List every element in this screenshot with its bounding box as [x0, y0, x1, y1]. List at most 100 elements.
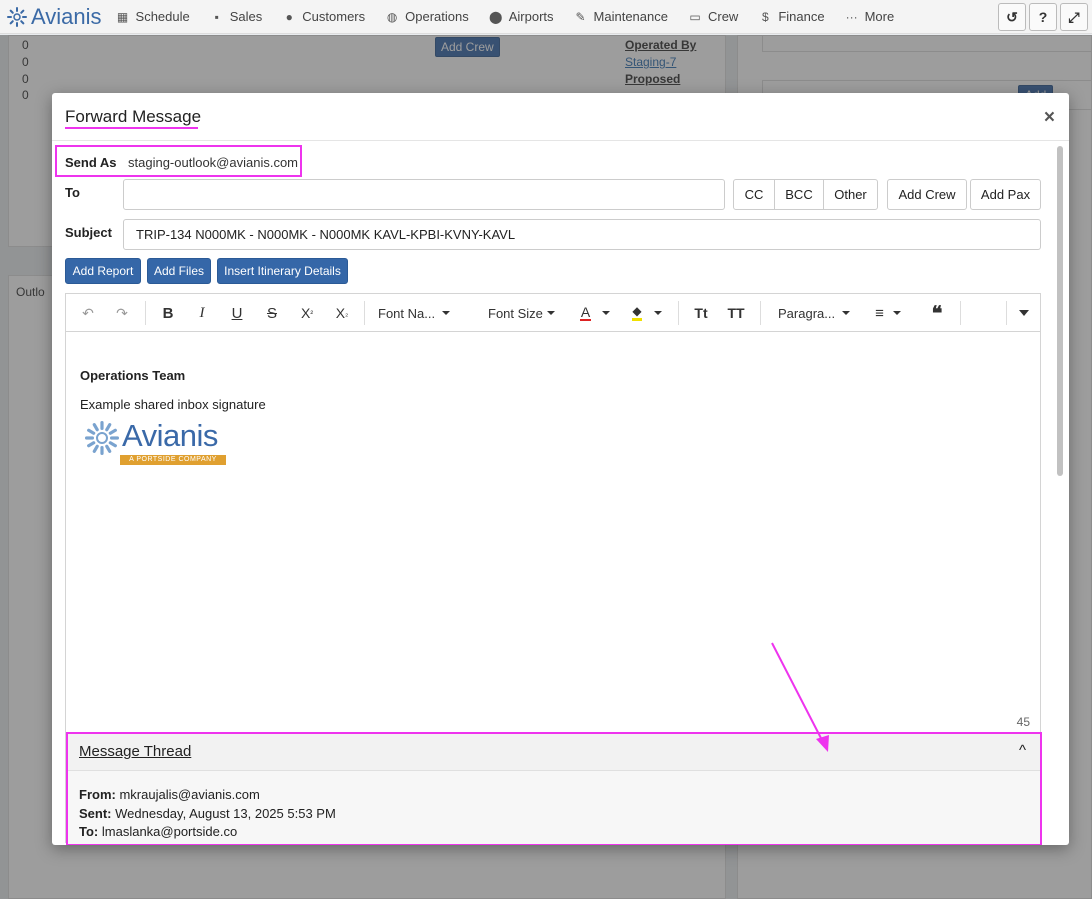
- nav-sales[interactable]: ▪ Sales: [210, 9, 263, 24]
- paragraph-dropdown[interactable]: Paragra...: [778, 294, 858, 332]
- globe-icon: ◍: [386, 9, 398, 24]
- character-counter: 45: [1016, 715, 1030, 729]
- thread-from-label: From:: [79, 787, 116, 802]
- thread-to: To: lmaslanka@portside.co: [79, 824, 237, 839]
- send-as-label: Send As: [65, 155, 117, 170]
- superscript-icon[interactable]: X²: [293, 294, 321, 332]
- map-pin-icon: ⬤: [489, 9, 503, 24]
- text-size-decrease-icon[interactable]: Tt: [687, 294, 715, 332]
- thread-sent: Sent: Wednesday, August 13, 2025 5:53 PM: [79, 806, 336, 821]
- highlight-color-icon[interactable]: ◆: [627, 294, 667, 332]
- editor-toolbar: ↶ ↷ B I U S X² X₂ Font Na... Font Size A…: [66, 294, 1040, 332]
- brand-logo[interactable]: Avianis: [6, 4, 102, 30]
- top-nav: Avianis ▦ Schedule ▪ Sales ● Customers ◍ Ope…: [0, 0, 1092, 34]
- nav-schedule[interactable]: ▦ Schedule: [116, 9, 190, 24]
- thread-sent-value: Wednesday, August 13, 2025 5:53 PM: [115, 806, 336, 821]
- toolbar-separator: [760, 301, 761, 325]
- toolbar-separator: [364, 301, 365, 325]
- avianis-logo-icon: [85, 421, 119, 455]
- chevron-down-icon: [892, 311, 901, 315]
- nav-label: Customers: [302, 9, 366, 24]
- text-transform-icon[interactable]: TT: [722, 294, 750, 332]
- nav-label: Maintenance: [593, 9, 668, 24]
- brand-name: Avianis: [31, 3, 102, 29]
- chevron-down-icon: [442, 311, 451, 315]
- toolbar-separator: [678, 301, 679, 325]
- send-as-value[interactable]: staging-outlook@avianis.com: [128, 155, 298, 170]
- to-label: To: [65, 185, 80, 200]
- logo-wordmark: Avianis: [122, 418, 218, 453]
- nav-label: Crew: [707, 9, 739, 24]
- subject-label: Subject: [65, 225, 112, 240]
- nav-label: Airports: [508, 9, 554, 24]
- cc-button[interactable]: CC: [733, 179, 775, 210]
- to-input[interactable]: [123, 179, 725, 210]
- undo-icon[interactable]: ↶: [74, 294, 102, 332]
- strikethrough-icon[interactable]: S: [258, 294, 286, 332]
- rich-text-editor: ↶ ↷ B I U S X² X₂ Font Na... Font Size A…: [65, 293, 1041, 844]
- chevron-down-icon: [653, 311, 662, 315]
- signature-name: Operations Team: [80, 368, 186, 383]
- add-files-button[interactable]: Add Files: [147, 258, 211, 284]
- users-icon: ●: [285, 9, 293, 24]
- modal-header: Forward Message ×: [52, 93, 1069, 141]
- dollar-icon: $: [761, 9, 769, 24]
- subscript-icon[interactable]: X₂: [328, 294, 356, 332]
- ellipsis-icon: ···: [845, 9, 858, 24]
- thread-sent-label: Sent:: [79, 806, 112, 821]
- font-size-label: Font Size: [488, 305, 543, 321]
- nav-label: Sales: [229, 9, 263, 24]
- nav-label: More: [864, 9, 895, 24]
- modal-scrollbar[interactable]: [1056, 142, 1064, 842]
- chevron-up-icon[interactable]: ^: [1019, 742, 1026, 759]
- nav-finance[interactable]: $ Finance: [758, 9, 825, 24]
- help-icon[interactable]: ?: [1029, 3, 1057, 31]
- history-icon[interactable]: ↺: [998, 3, 1026, 31]
- nav-airports[interactable]: ⬤ Airports: [489, 9, 554, 24]
- close-icon[interactable]: ×: [1044, 107, 1055, 129]
- nav-more[interactable]: ··· More: [845, 9, 895, 24]
- avianis-logo-icon: [7, 6, 27, 27]
- font-name-dropdown[interactable]: Font Na...: [378, 294, 468, 332]
- more-toolbar-chevron-icon[interactable]: [1008, 294, 1040, 332]
- insert-itinerary-button[interactable]: Insert Itinerary Details: [217, 258, 348, 284]
- chevron-down-icon: [546, 311, 555, 315]
- nav-label: Operations: [405, 9, 469, 24]
- modal-title: Forward Message: [65, 107, 202, 126]
- forward-message-modal: Forward Message × Send As staging-outloo…: [52, 93, 1069, 845]
- paragraph-label: Paragra...: [778, 305, 836, 321]
- nav-crew[interactable]: ▭ Crew: [688, 9, 738, 24]
- wrench-icon: ✎: [575, 9, 586, 24]
- message-thread-title[interactable]: Message Thread: [79, 743, 191, 760]
- nav-maintenance[interactable]: ✎ Maintenance: [574, 9, 668, 24]
- nav-customers[interactable]: ● Customers: [282, 9, 365, 24]
- editor-content[interactable]: Operations Team Example shared inbox sig…: [80, 368, 266, 468]
- bold-icon[interactable]: B: [154, 294, 182, 332]
- add-crew-button[interactable]: Add Crew: [887, 179, 967, 210]
- nav-right-buttons: ↺ ? ⤢: [998, 3, 1088, 31]
- toolbar-separator: [960, 301, 961, 325]
- thread-to-label: To:: [79, 824, 99, 839]
- add-pax-button[interactable]: Add Pax: [970, 179, 1041, 210]
- font-size-dropdown[interactable]: Font Size: [488, 294, 560, 332]
- redo-icon[interactable]: ↷: [108, 294, 136, 332]
- fullscreen-icon[interactable]: ⤢: [1060, 3, 1088, 31]
- italic-icon[interactable]: I: [188, 294, 216, 332]
- scrollbar-thumb[interactable]: [1057, 146, 1063, 476]
- message-thread-section: Message Thread ^ From: mkraujalis@aviani…: [66, 732, 1040, 844]
- thread-to-value: lmaslanka@portside.co: [101, 824, 238, 839]
- logo-tagline: A PORTSIDE COMPANY: [120, 455, 226, 465]
- nav-operations[interactable]: ◍ Operations: [385, 9, 469, 24]
- briefcase-icon: ▪: [214, 9, 219, 24]
- other-button[interactable]: Other: [823, 179, 878, 210]
- add-report-button[interactable]: Add Report: [65, 258, 141, 284]
- blockquote-icon[interactable]: ❝: [923, 294, 951, 332]
- subject-input[interactable]: TRIP-134 N000MK - N000MK - N000MK KAVL-K…: [123, 219, 1041, 250]
- message-thread-header[interactable]: Message Thread ^: [66, 733, 1040, 771]
- font-name-label: Font Na...: [378, 305, 436, 321]
- toolbar-separator: [1006, 301, 1007, 325]
- underline-icon[interactable]: U: [223, 294, 251, 332]
- bcc-button[interactable]: BCC: [774, 179, 824, 210]
- font-color-icon[interactable]: A: [575, 294, 615, 332]
- align-left-icon[interactable]: ≡: [868, 294, 908, 332]
